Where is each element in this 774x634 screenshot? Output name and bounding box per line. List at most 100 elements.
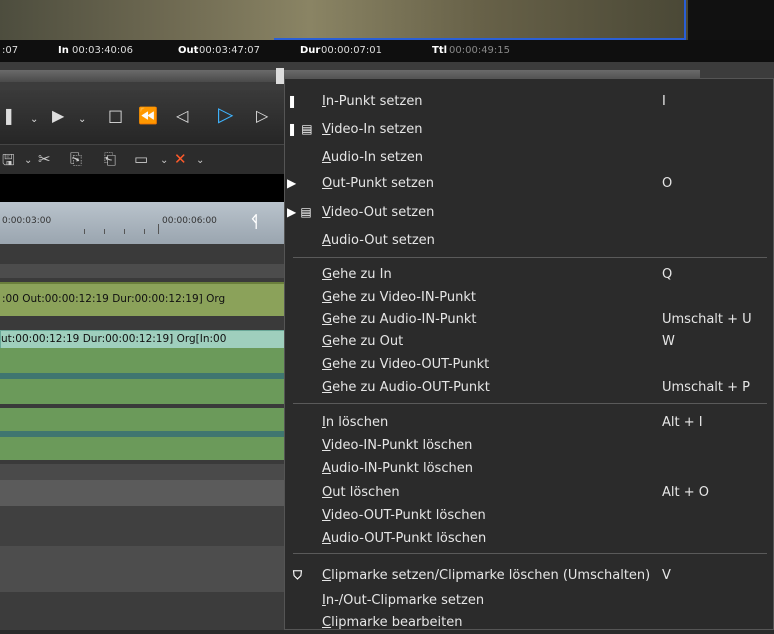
set-out-icon[interactable]: ▶ [52, 106, 64, 126]
copy-icon[interactable]: ⎘ [70, 150, 82, 168]
menu-item-label: Gehe zu Video-OUT-Punkt [322, 357, 490, 372]
play-icon[interactable]: ▷ [218, 104, 233, 124]
preview-margin [688, 0, 774, 40]
dur-label: Dur [300, 45, 321, 56]
menu-item-label: Video-In setzen [322, 122, 423, 137]
rewind-icon[interactable]: ⏪ [138, 106, 158, 126]
menu-item-shortcut: Umschalt + P [662, 380, 751, 395]
ruler-tick [104, 229, 105, 234]
timeline-header [0, 174, 290, 202]
ruler-tick [158, 224, 159, 234]
audio-clip-header[interactable]: ut:00:00:12:19 Dur:00:00:12:19] Org[In:0… [0, 330, 292, 350]
menu-item-audio-out-punkt-loeschen[interactable]: Audio-OUT-Punkt löschen [285, 528, 774, 550]
playhead-icon[interactable]: ᛩ [250, 212, 260, 231]
menu-item-video-out-punkt-loeschen[interactable]: Video-OUT-Punkt löschen [285, 505, 774, 527]
ruler-timecode: 0:00:03:00 [2, 216, 52, 226]
delete-icon[interactable]: ✕ [174, 150, 187, 168]
save-icon[interactable]: 🖫 [2, 150, 15, 175]
menu-item-label: Audio-In setzen [322, 150, 424, 165]
menu-item-label: In löschen [322, 415, 389, 430]
menu-item-gehe-zu-video-out-punkt[interactable]: Gehe zu Video-OUT-Punkt [285, 354, 774, 376]
ruler-tick [144, 229, 145, 234]
ruler-tick [84, 229, 85, 234]
menu-item-label: Video-Out setzen [322, 205, 435, 220]
timeline-tracks: :00 Out:00:00:12:19 Dur:00:00:12:19] Org… [0, 244, 292, 630]
menu-separator [293, 257, 767, 258]
chevron-down-icon[interactable]: ⌄ [160, 155, 168, 166]
menu-item-label: Clipmarke setzen/Clipmarke löschen (Umsc… [322, 568, 651, 583]
empty-track [0, 592, 290, 630]
menu-item-gehe-zu-audio-out-punkt[interactable]: Gehe zu Audio-OUT-Punkt Umschalt + P [285, 377, 774, 399]
timecode-bar: :07 In 00:03:40:06 Out 00:03:47:07 Dur 0… [0, 40, 774, 62]
out-label: Out [178, 45, 199, 56]
clipmark-icon: ⛉ [293, 568, 303, 582]
menu-item-in-out-clipmarke-setzen[interactable]: In-/Out-Clipmarke setzen [285, 590, 774, 612]
audio-waveform[interactable] [0, 348, 290, 404]
menu-item-label: Gehe zu Out [322, 334, 404, 349]
chevron-down-icon[interactable]: ⌄ [78, 110, 86, 130]
ttl-timecode: 00:00:49:15 [449, 45, 511, 56]
menu-item-label: Gehe zu Audio-OUT-Punkt [322, 380, 490, 395]
menu-item-clipmarke-bearbeiten[interactable]: Clipmarke bearbeiten [285, 612, 774, 634]
empty-track [0, 480, 290, 506]
menu-item-gehe-zu-in[interactable]: Gehe zu In Q [285, 264, 774, 286]
menu-item-label: Audio-OUT-Punkt löschen [322, 531, 487, 546]
step-back-icon[interactable]: ◁ [176, 106, 188, 126]
menu-item-in-punkt-setzen[interactable]: ❚ In-Punkt setzen I [285, 91, 774, 113]
menu-item-out-loeschen[interactable]: Out löschen Alt + O [285, 482, 774, 504]
menu-item-gehe-zu-out[interactable]: Gehe zu Out W [285, 331, 774, 353]
chevron-down-icon[interactable]: ⌄ [196, 155, 204, 166]
menu-item-label: Video-OUT-Punkt löschen [322, 508, 486, 523]
set-in-icon[interactable]: ❚ [2, 106, 15, 126]
set-video-in-icon: ❚ ▤ [287, 122, 313, 136]
menu-item-label: In-Punkt setzen [322, 94, 423, 109]
ruler-timecode: 00:00:06:00 [162, 216, 217, 226]
video-clip[interactable]: :00 Out:00:00:12:19 Dur:00:00:12:19] Org [0, 282, 290, 316]
menu-item-shortcut: O [662, 176, 673, 191]
menu-item-shortcut: Alt + I [662, 415, 703, 430]
set-out-icon: ▶ [287, 176, 297, 190]
menu-item-video-in-punkt-loeschen[interactable]: Video-IN-Punkt löschen [285, 435, 774, 457]
cut-icon[interactable]: ✂ [38, 150, 51, 168]
context-menu: ❚ In-Punkt setzen I ❚ ▤ Video-In setzen Aud… [284, 78, 774, 630]
dur-timecode: 00:00:07:01 [321, 45, 383, 56]
menu-item-clipmarke-umschalten[interactable]: ⛉ Clipmarke setzen/Clipmarke löschen (Ums… [285, 565, 774, 587]
menu-item-audio-in-setzen[interactable]: Audio-In setzen [285, 147, 774, 169]
out-timecode: 00:03:47:07 [199, 45, 261, 56]
menu-item-audio-in-punkt-loeschen[interactable]: Audio-IN-Punkt löschen [285, 458, 774, 480]
menu-item-video-out-setzen[interactable]: ▶ ▤ Video-Out setzen [285, 202, 774, 224]
preview-selection-frame [274, 0, 686, 40]
menu-item-out-punkt-setzen[interactable]: ▶ Out-Punkt setzen O [285, 173, 774, 195]
menu-item-shortcut: I [662, 94, 666, 109]
video-preview [0, 0, 688, 40]
menu-item-gehe-zu-audio-in-punkt[interactable]: Gehe zu Audio-IN-Punkt Umschalt + U [285, 309, 774, 331]
menu-item-audio-out-setzen[interactable]: Audio-Out setzen [285, 230, 774, 252]
empty-track [0, 546, 290, 592]
set-video-out-icon: ▶ ▤ [287, 205, 312, 219]
menu-item-label: In-/Out-Clipmarke setzen [322, 593, 485, 608]
menu-item-shortcut: W [662, 334, 675, 349]
chevron-down-icon[interactable]: ⌄ [30, 110, 38, 130]
menu-item-shortcut: Alt + O [662, 485, 709, 500]
waveform-band [0, 373, 290, 379]
menu-item-label: Out löschen [322, 485, 400, 500]
replace-icon[interactable]: ▭ [134, 150, 148, 168]
set-in-icon: ❚ [287, 94, 298, 108]
menu-item-video-in-setzen[interactable]: ❚ ▤ Video-In setzen [285, 119, 774, 141]
in-timecode: 00:03:40:06 [72, 45, 134, 56]
slider-thumb[interactable] [276, 68, 284, 84]
menu-item-gehe-zu-video-in-punkt[interactable]: Gehe zu Video-IN-Punkt [285, 287, 774, 309]
menu-item-shortcut: Umschalt + U [662, 312, 752, 327]
timeline-ruler[interactable]: 0:00:03:00 00:00:06:00 ᛩ [0, 202, 290, 244]
menu-item-shortcut: V [662, 568, 671, 583]
menu-item-label: Out-Punkt setzen [322, 176, 435, 191]
step-forward-icon[interactable]: ▷ [256, 106, 268, 126]
menu-separator [293, 553, 767, 554]
audio-waveform[interactable] [0, 408, 290, 460]
paste-icon[interactable]: ⎗ [104, 150, 116, 168]
ttl-label: Ttl [432, 45, 448, 56]
chevron-down-icon[interactable]: ⌄ [24, 155, 32, 166]
menu-item-in-loeschen[interactable]: In löschen Alt + I [285, 412, 774, 434]
stop-icon[interactable]: □ [108, 106, 123, 126]
transport-toolbar: ❚ ⌄ ▶ ⌄ □ ⏪ ◁ ▷ ▷ [0, 90, 290, 144]
